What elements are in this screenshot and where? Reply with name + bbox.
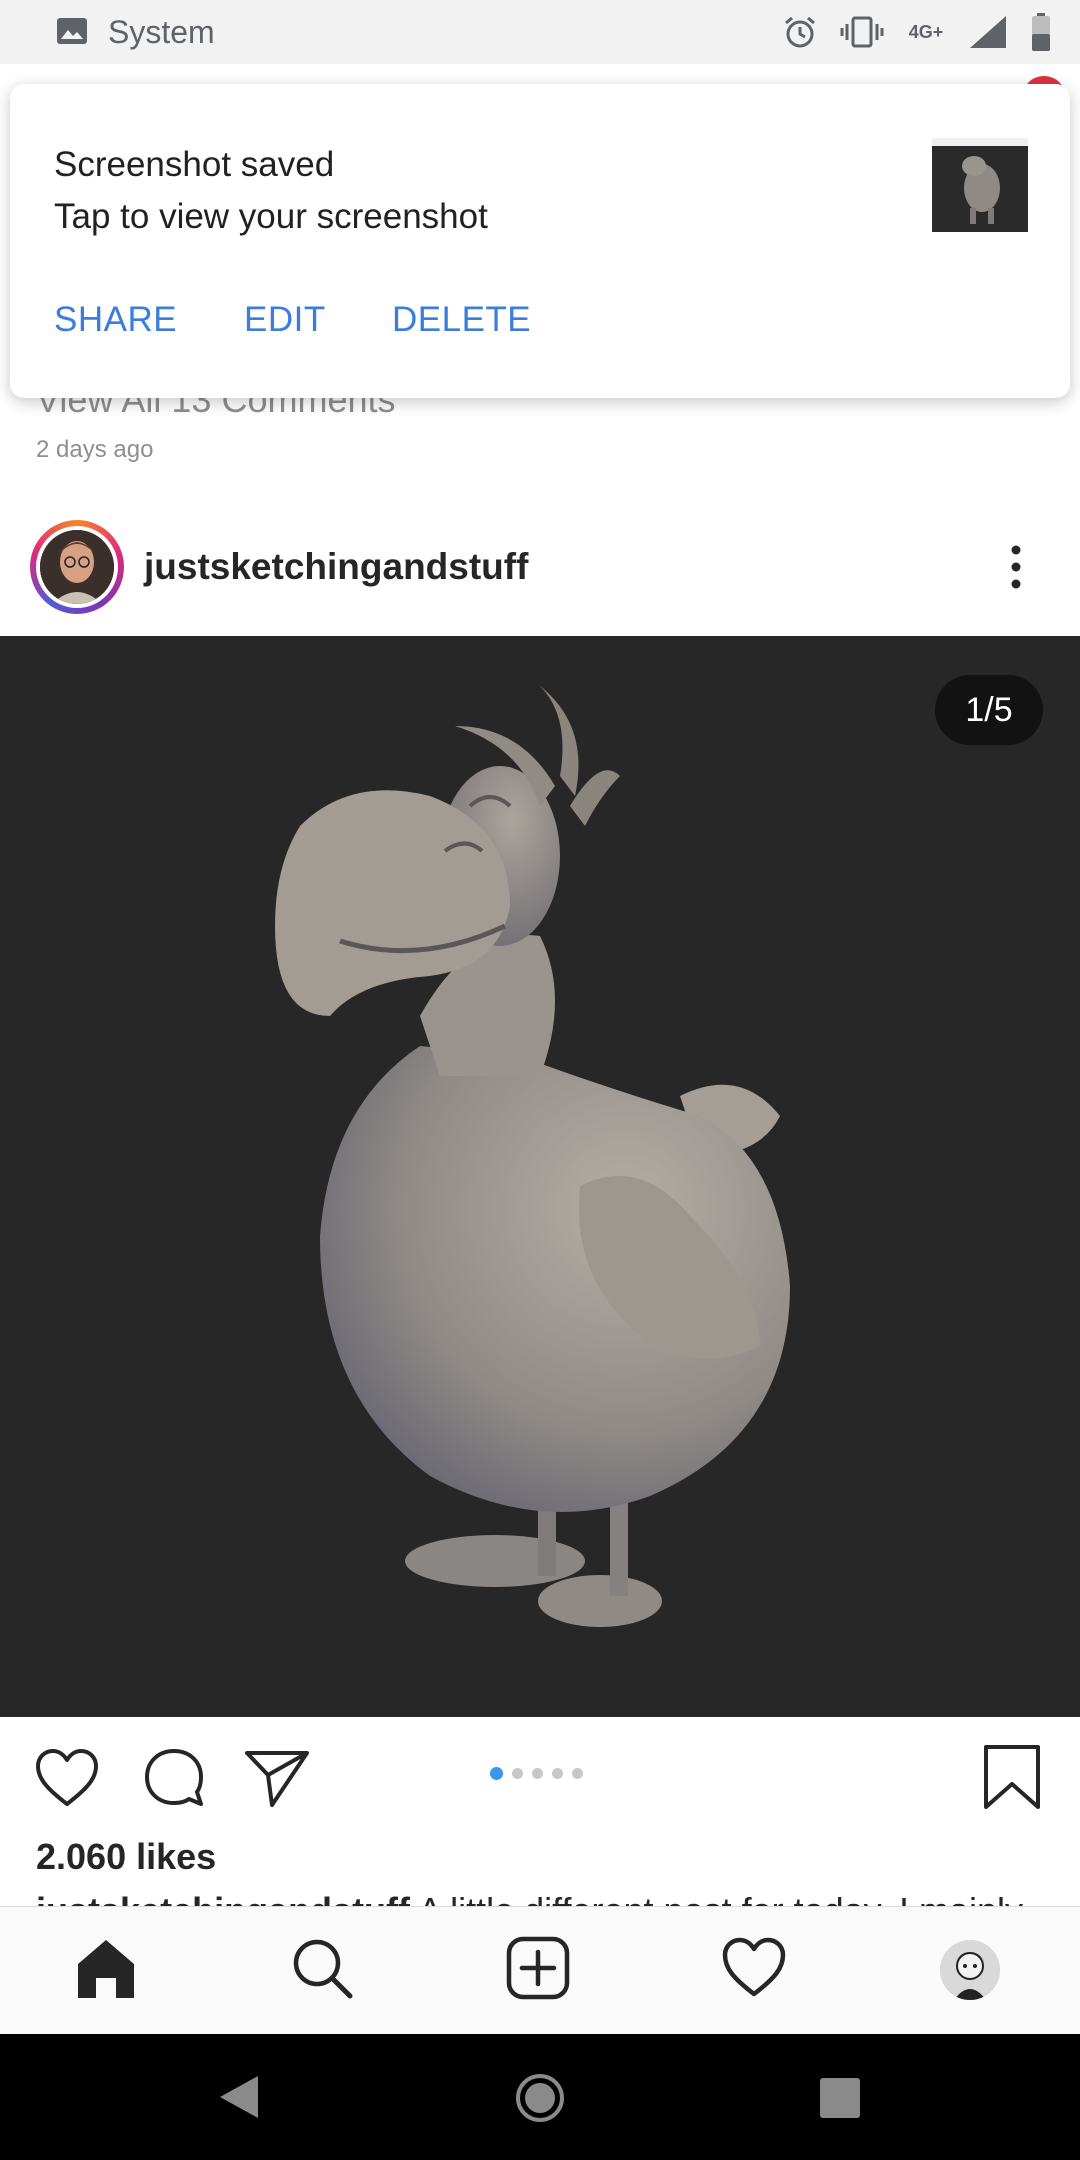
post-image[interactable] — [0, 636, 1080, 1717]
image-icon — [57, 18, 87, 44]
carousel-indicator — [490, 1766, 583, 1780]
dodo-sculpture-image — [275, 686, 790, 1627]
avatar[interactable] — [40, 530, 114, 604]
activity-heart-icon[interactable] — [722, 1936, 786, 2000]
carousel-dot — [552, 1768, 563, 1779]
post-caption: justsketchingandstuff A little different… — [36, 1888, 1046, 1908]
more-options-icon[interactable] — [1002, 540, 1030, 596]
comment-bubble-icon[interactable] — [142, 1746, 206, 1810]
home-icon[interactable] — [74, 1936, 138, 2000]
notification-share-button[interactable]: SHARE — [54, 298, 177, 342]
vibrate-icon — [840, 16, 884, 48]
carousel-dot-active — [490, 1767, 503, 1780]
home-circle-icon[interactable] — [514, 2072, 566, 2124]
like-heart-icon[interactable] — [34, 1748, 100, 1808]
notification-text[interactable]: Tap to view your screenshot — [54, 196, 488, 238]
carousel-dot — [512, 1768, 523, 1779]
signal-icon — [970, 16, 1006, 48]
search-icon[interactable] — [290, 1936, 354, 2000]
recents-icon[interactable] — [818, 2076, 862, 2120]
carousel-counter: 1/5 — [935, 675, 1043, 745]
add-post-icon[interactable] — [506, 1936, 570, 2000]
alarm-icon — [785, 16, 815, 48]
network-type-label: 4G+ — [908, 22, 944, 42]
share-send-icon[interactable] — [244, 1748, 310, 1808]
status-icons: 4G+ — [782, 10, 1052, 54]
avatar-portrait-icon — [40, 530, 114, 604]
likes-count[interactable]: 2.060 likes — [36, 1834, 216, 1880]
notification-delete-button[interactable]: DELETE — [392, 298, 531, 342]
back-icon[interactable] — [214, 2072, 264, 2122]
notification-title: Screenshot saved — [54, 145, 335, 184]
status-app-label: System — [108, 14, 215, 50]
carousel-dot — [532, 1768, 543, 1779]
bookmark-icon[interactable] — [982, 1744, 1042, 1810]
notification-edit-button[interactable]: EDIT — [244, 298, 326, 342]
post-username[interactable]: justsketchingandstuff — [144, 545, 528, 589]
screenshot-notification[interactable] — [10, 84, 1070, 398]
profile-avatar-icon — [940, 1940, 1000, 2000]
screenshot-thumbnail[interactable] — [932, 138, 1028, 232]
carousel-dot — [572, 1768, 583, 1779]
post-timestamp: 2 days ago — [36, 436, 154, 463]
profile-avatar[interactable] — [940, 1940, 1000, 2000]
battery-icon — [1032, 13, 1050, 51]
thumbnail-image-icon — [932, 138, 1028, 232]
